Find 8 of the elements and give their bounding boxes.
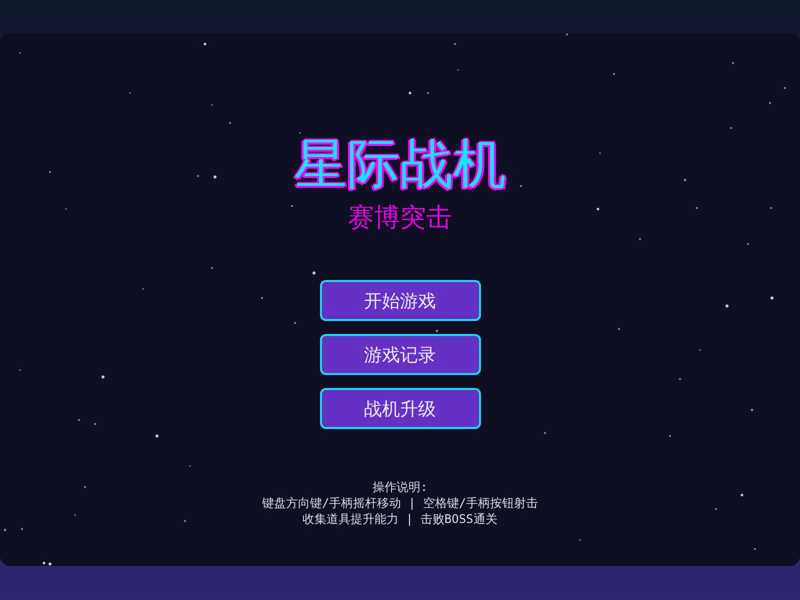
instructions-heading: 操作说明:	[372, 479, 428, 495]
instructions-text: 键盘方向键/手柄摇杆移动 | 空格键/手柄按钮射击	[262, 495, 538, 511]
menu-button[interactable]: 开始游戏	[320, 280, 480, 321]
instructions-text: 收集道具提升能力 | 击败BOSS通关	[302, 511, 498, 527]
game-subtitle: 赛博突击	[348, 202, 452, 234]
game-title: 星际战机	[294, 133, 506, 197]
menu-button[interactable]: 游戏记录	[320, 334, 480, 375]
menu-button[interactable]: 战机升级	[320, 388, 480, 429]
